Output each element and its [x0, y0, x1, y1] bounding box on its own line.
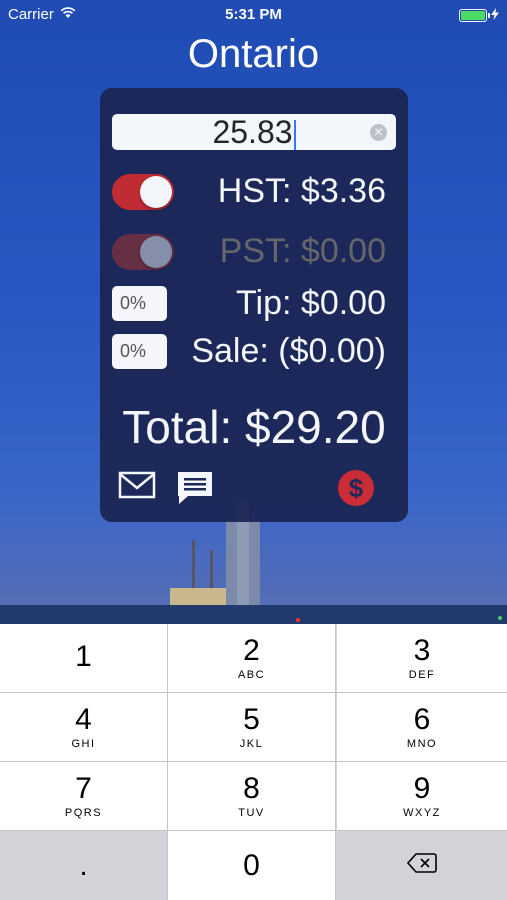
key-2[interactable]: 2 ABC [168, 624, 336, 693]
key-4[interactable]: 4 GHI [0, 693, 168, 762]
toggle-knob [140, 236, 172, 268]
hst-label: HST: $3.36 [217, 172, 386, 210]
key-number: 7 [75, 772, 92, 805]
key-letters: MNO [406, 738, 438, 750]
key-number: 2 [243, 634, 260, 667]
key-5[interactable]: 5 JKL [168, 693, 336, 762]
mail-icon[interactable] [118, 470, 156, 505]
key-letters: WXYZ [403, 807, 441, 819]
numeric-keypad: 1 2 ABC 3 DEF 4 GHI 5 JKL 6 MNO 7 PQRS 8… [0, 624, 507, 900]
key-number: 8 [243, 772, 260, 805]
message-icon[interactable] [176, 470, 214, 511]
key-number: 1 [75, 640, 92, 673]
dollar-icon[interactable]: $ [337, 469, 375, 512]
backspace-icon [406, 852, 437, 879]
backspace-key[interactable] [337, 831, 507, 900]
status-time: 5:31 PM [225, 6, 282, 23]
key-9[interactable]: 9 WXYZ [337, 762, 507, 831]
key-number: 5 [243, 703, 260, 736]
charging-bolt-icon [491, 7, 499, 24]
key-letters: JKL [239, 738, 264, 750]
key-letters: PQRS [64, 807, 103, 819]
tip-percent-input[interactable]: 0% [112, 286, 167, 321]
key-1[interactable]: 1 [0, 624, 168, 693]
key-number: 0 [243, 848, 260, 882]
tax-calculator-panel: 25.83 ✕ HST: $3.36 PST: $0.00 0% Tip: $0… [100, 88, 408, 522]
clear-text-button[interactable]: ✕ [370, 124, 387, 141]
status-right [459, 7, 499, 24]
sale-label: Sale: ($0.00) [191, 332, 386, 370]
text-caret [293, 119, 296, 150]
key-number: 3 [413, 634, 431, 667]
amount-input[interactable]: 25.83 ✕ [112, 114, 396, 150]
svg-text:$: $ [349, 473, 364, 503]
key-number: 9 [413, 772, 431, 805]
pst-toggle[interactable] [112, 234, 174, 270]
key-number: . [79, 848, 88, 882]
key-7[interactable]: 7 PQRS [0, 762, 168, 831]
key-number: 4 [75, 703, 92, 736]
key-6[interactable]: 6 MNO [337, 693, 507, 762]
decimal-key[interactable]: . [0, 831, 168, 900]
pst-label: PST: $0.00 [219, 232, 386, 270]
toggle-knob [140, 176, 172, 208]
battery-icon [459, 9, 490, 22]
key-letters: ABC [237, 669, 266, 681]
key-number: 6 [413, 703, 431, 736]
key-letters: GHI [71, 738, 96, 750]
clear-x-icon: ✕ [373, 125, 384, 139]
page-title: Ontario [187, 32, 320, 76]
key-3[interactable]: 3 DEF [337, 624, 507, 693]
amount-value: 25.83 [212, 114, 293, 150]
key-8[interactable]: 8 TUV [168, 762, 336, 831]
tip-label: Tip: $0.00 [236, 284, 386, 322]
key-letters: DEF [408, 669, 436, 681]
status-bar: Carrier 5:31 PM [0, 0, 507, 30]
hst-toggle[interactable] [112, 174, 174, 210]
key-letters: TUV [238, 807, 265, 819]
key-0[interactable]: 0 [168, 831, 336, 900]
sale-percent-input[interactable]: 0% [112, 334, 167, 369]
total-label: Total: $29.20 [122, 401, 386, 453]
